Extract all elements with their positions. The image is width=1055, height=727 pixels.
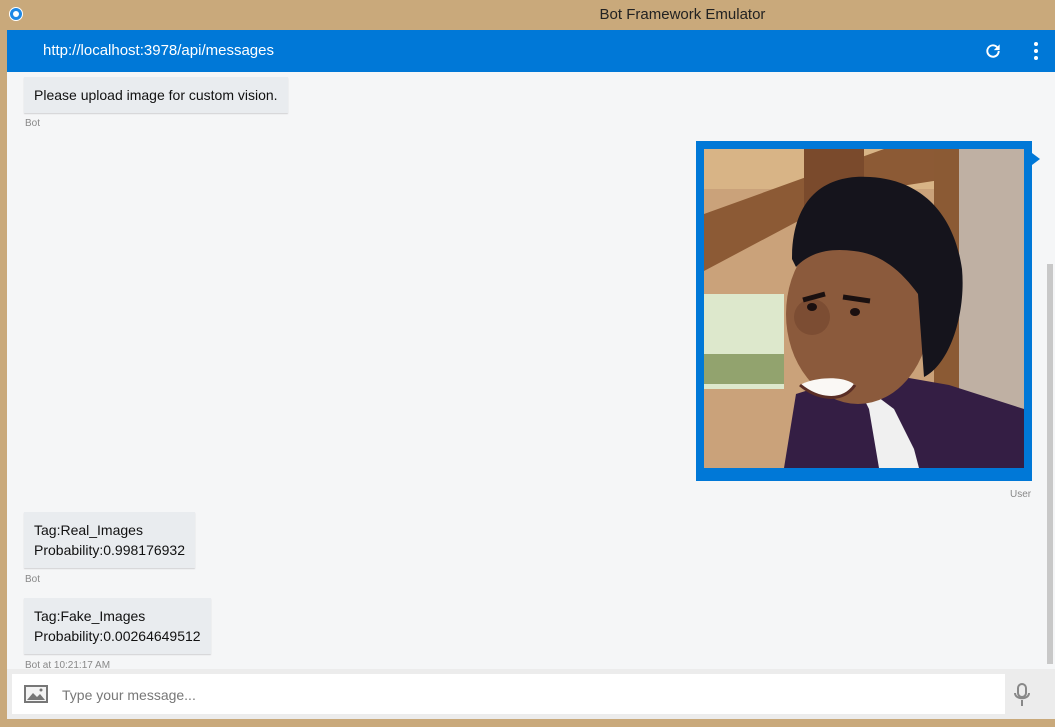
message-meta: User: [1010, 489, 1032, 500]
refresh-icon[interactable]: [983, 41, 1003, 61]
bot-message: Tag:Real_Images Probability:0.998176932: [24, 512, 196, 568]
message-meta: Bot: [25, 118, 41, 129]
microphone-icon[interactable]: [1012, 682, 1032, 708]
uploaded-photo[interactable]: [704, 149, 1024, 468]
image-upload-icon[interactable]: [23, 684, 49, 704]
message-text: Tag:Real_Images: [34, 522, 143, 538]
window-titlebar: Bot Framework Emulator: [0, 0, 1055, 30]
message-input[interactable]: [60, 679, 1004, 711]
message-composer: [7, 669, 1055, 719]
bot-message: Tag:Fake_Images Probability:0.0026464951…: [24, 598, 211, 654]
message-meta: Bot at 10:21:17 AM: [25, 660, 111, 669]
message-text: Probability:0.998176932: [34, 542, 186, 558]
bot-message: Please upload image for custom vision.: [24, 77, 288, 113]
message-text: Tag:Fake_Images: [34, 608, 146, 624]
user-image-message[interactable]: [696, 141, 1040, 481]
composer-box: [12, 674, 1047, 714]
chat-history[interactable]: Please upload image for custom vision. B…: [7, 72, 1055, 669]
more-vertical-icon[interactable]: [1031, 40, 1041, 62]
message-text: Please upload image for custom vision.: [34, 87, 278, 103]
window-title: Bot Framework Emulator: [599, 6, 766, 23]
message-meta: Bot: [25, 574, 41, 585]
endpoint-url[interactable]: http://localhost:3978/api/messages: [43, 42, 274, 59]
address-bar: http://localhost:3978/api/messages: [7, 30, 1055, 72]
message-text: Probability:0.00264649512: [34, 628, 201, 644]
chat-scrollbar[interactable]: [1047, 264, 1053, 664]
